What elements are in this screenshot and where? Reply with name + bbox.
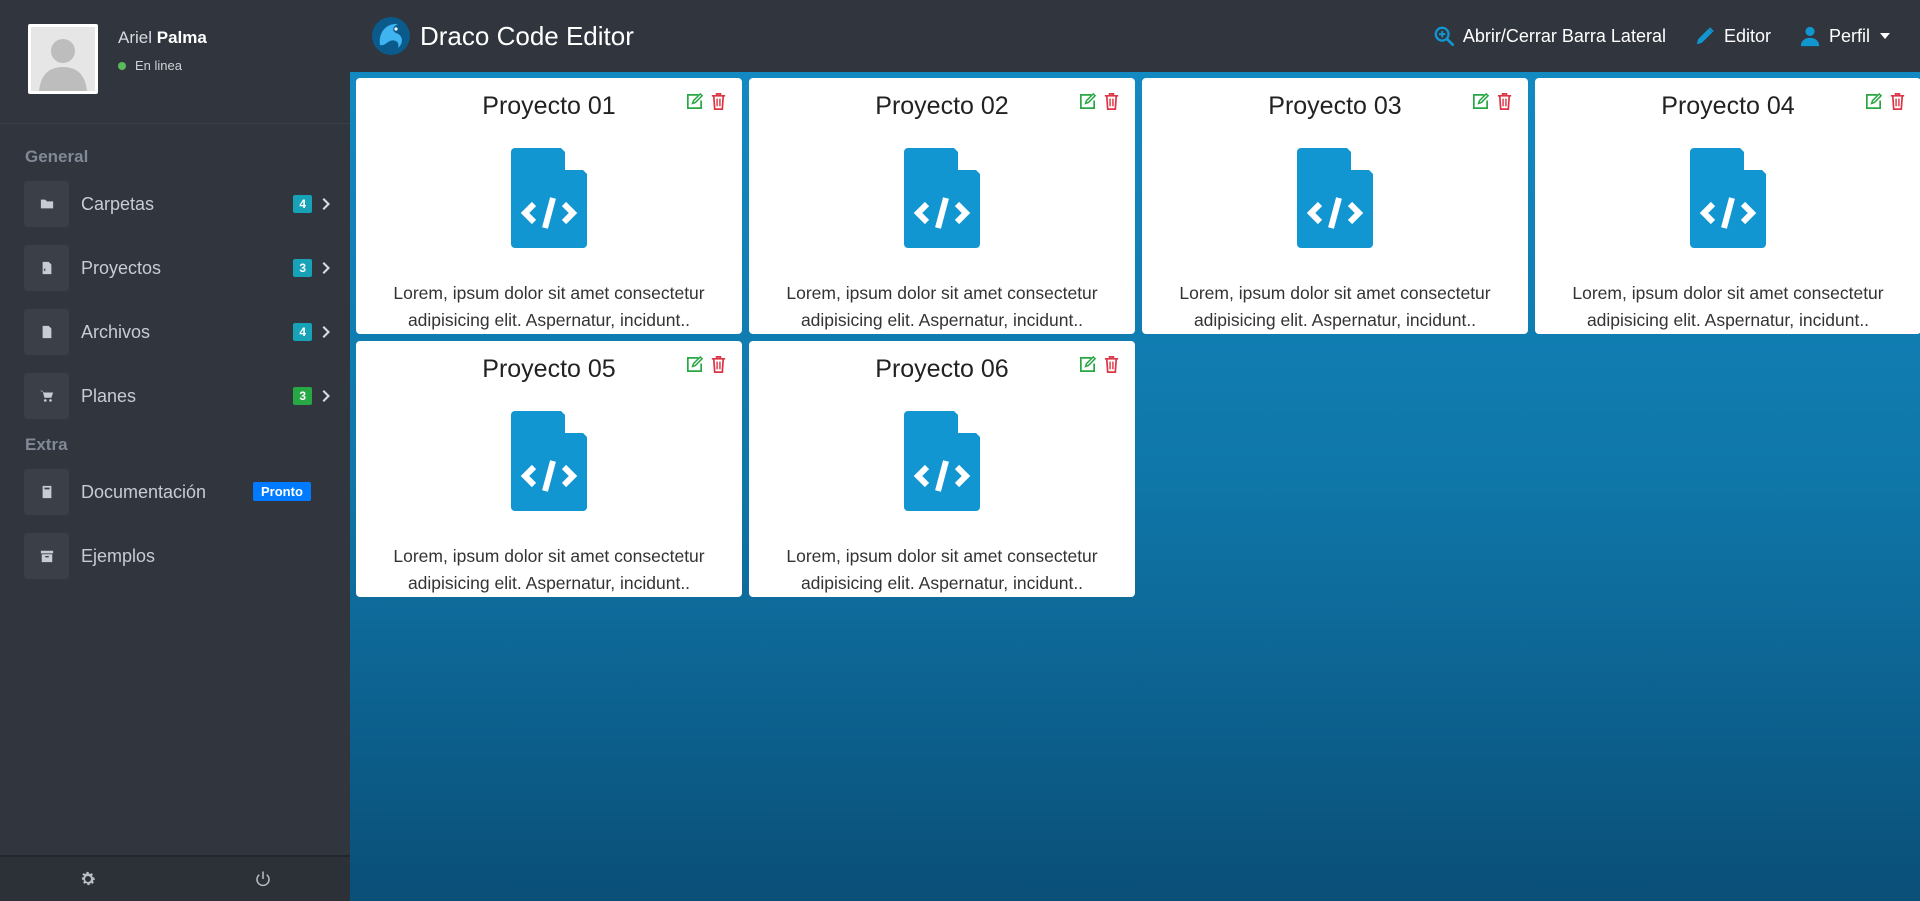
trash-icon[interactable] <box>1495 92 1514 111</box>
sidebar-item-proyectos[interactable]: Proyectos 3 <box>24 243 350 293</box>
editor-label: Editor <box>1723 25 1771 46</box>
project-description: Lorem, ipsum dolor sit amet consectetur … <box>393 546 705 593</box>
user-first-name: Ariel <box>118 28 153 47</box>
card-actions <box>680 355 728 374</box>
folder-icon <box>24 181 69 227</box>
project-description: Lorem, ipsum dolor sit amet consectetur … <box>1572 283 1884 330</box>
edit-icon[interactable] <box>685 92 704 111</box>
user-profile: Ariel Palma En linea <box>0 0 350 124</box>
trash-icon[interactable] <box>709 355 728 374</box>
top-navbar: Draco Code Editor Abrir/Cerrar Barra Lat… <box>350 0 1920 72</box>
file-code-icon <box>1690 148 1766 248</box>
user-last-name: Palma <box>156 28 207 47</box>
edit-icon[interactable] <box>1471 92 1490 111</box>
toggle-sidebar-link[interactable]: Abrir/Cerrar Barra Lateral <box>1433 25 1666 47</box>
avatar[interactable] <box>28 24 98 94</box>
app-title: Draco Code Editor <box>420 20 634 51</box>
edit-icon[interactable] <box>1078 355 1097 374</box>
project-description: Lorem, ipsum dolor sit amet consectetur … <box>786 283 1098 330</box>
sidebar-item-label: Planes <box>81 385 137 406</box>
sidebar-item-label: Documentación <box>81 481 207 502</box>
edit-icon[interactable] <box>1864 92 1883 111</box>
coming-soon-badge: Pronto <box>253 482 311 501</box>
user-icon <box>1800 26 1820 47</box>
sidebar-item-documentacion[interactable]: Documentación Pronto <box>24 467 350 517</box>
project-card[interactable]: Proyecto 04 Lorem, ipsum dolor sit amet … <box>1535 78 1920 334</box>
count-badge: 3 <box>293 387 312 405</box>
zoom-in-icon <box>1434 26 1454 47</box>
project-card[interactable]: Proyecto 03 Lorem, ipsum dolor sit amet … <box>1142 78 1528 334</box>
sidebar-item-label: Ejemplos <box>81 545 156 566</box>
file-code-icon <box>904 411 980 511</box>
chevron-right-icon <box>322 195 332 210</box>
project-card[interactable]: Proyecto 02 Lorem, ipsum dolor sit amet … <box>749 78 1135 334</box>
chevron-right-icon <box>322 387 332 402</box>
user-avatar-icon <box>31 27 95 91</box>
sidebar-item-ejemplos[interactable]: Ejemplos <box>24 531 350 581</box>
count-badge: 4 <box>293 323 312 341</box>
sidebar-item-archivos[interactable]: Archivos 4 <box>24 307 350 357</box>
logout-button[interactable] <box>175 857 350 901</box>
trash-icon[interactable] <box>1102 355 1121 374</box>
edit-icon[interactable] <box>1078 92 1097 111</box>
gear-icon <box>81 871 95 886</box>
edit-icon[interactable] <box>685 355 704 374</box>
sidebar-item-label: Carpetas <box>81 193 155 214</box>
file-icon <box>24 309 69 355</box>
user-status-text: En linea <box>135 58 182 73</box>
settings-button[interactable] <box>0 857 175 901</box>
sidebar-item-label: Proyectos <box>81 257 162 278</box>
file-code-icon <box>511 411 587 511</box>
sidebar-item-label: Archivos <box>81 321 151 342</box>
project-card[interactable]: Proyecto 01 Lorem, ipsum dolor sit amet … <box>356 78 742 334</box>
project-description: Lorem, ipsum dolor sit amet consectetur … <box>393 283 705 330</box>
online-status-dot <box>118 61 126 70</box>
file-code-icon <box>511 148 587 248</box>
card-actions <box>1073 355 1121 374</box>
sidebar: Ariel Palma En linea General Carpetas 4 … <box>0 0 350 901</box>
project-card[interactable]: Proyecto 05 Lorem, ipsum dolor sit amet … <box>356 341 742 597</box>
chevron-right-icon <box>322 259 332 274</box>
pencil-icon <box>1696 27 1714 45</box>
count-badge: 4 <box>293 195 312 213</box>
dragon-logo-icon <box>372 17 410 55</box>
book-icon <box>24 469 69 515</box>
archive-icon <box>24 533 69 579</box>
trash-icon[interactable] <box>1888 92 1907 111</box>
chevron-right-icon <box>322 323 332 338</box>
toggle-sidebar-label: Abrir/Cerrar Barra Lateral <box>1462 25 1666 46</box>
profile-dropdown[interactable]: Perfil <box>1799 25 1890 47</box>
card-actions <box>680 92 728 111</box>
file-code-icon <box>904 148 980 248</box>
count-badge: 3 <box>293 259 312 277</box>
caret-down-icon <box>1880 33 1890 39</box>
power-icon <box>255 871 270 887</box>
sidebar-item-carpetas[interactable]: Carpetas 4 <box>24 179 350 229</box>
cart-icon <box>24 373 69 419</box>
sidebar-footer <box>0 855 350 901</box>
brand[interactable]: Draco Code Editor <box>370 15 634 57</box>
user-name: Ariel Palma <box>118 28 207 48</box>
card-actions <box>1466 92 1514 111</box>
section-title-general: General <box>25 147 89 166</box>
file-code-icon <box>24 245 69 291</box>
profile-label: Perfil <box>1828 25 1870 46</box>
trash-icon[interactable] <box>709 92 728 111</box>
project-description: Lorem, ipsum dolor sit amet consectetur … <box>1179 283 1491 330</box>
main-content: Proyecto 01 Lorem, ipsum dolor sit amet … <box>350 72 1920 901</box>
card-actions <box>1859 92 1907 111</box>
card-actions <box>1073 92 1121 111</box>
top-nav: Abrir/Cerrar Barra Lateral Editor Perfil <box>1405 25 1890 47</box>
project-card[interactable]: Proyecto 06 Lorem, ipsum dolor sit amet … <box>749 341 1135 597</box>
project-description: Lorem, ipsum dolor sit amet consectetur … <box>786 546 1098 593</box>
trash-icon[interactable] <box>1102 92 1121 111</box>
sidebar-item-planes[interactable]: Planes 3 <box>24 371 350 421</box>
file-code-icon <box>1297 148 1373 248</box>
user-status: En linea <box>118 58 207 73</box>
section-title-extra: Extra <box>25 435 68 454</box>
editor-link[interactable]: Editor <box>1694 25 1771 47</box>
